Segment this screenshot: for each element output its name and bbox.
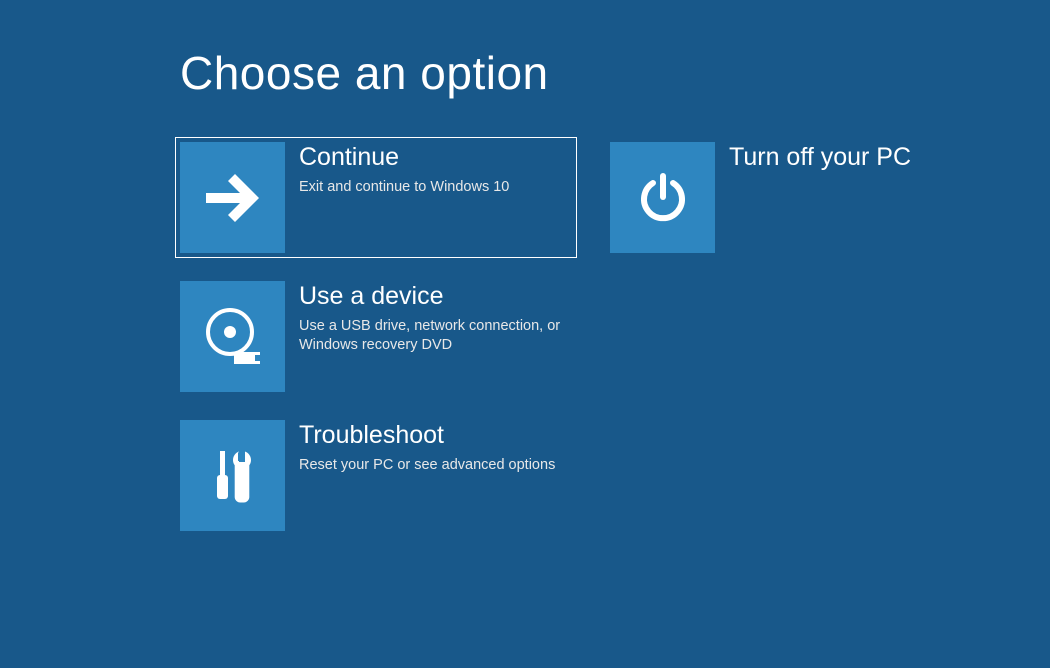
option-troubleshoot-title: Troubleshoot: [299, 422, 580, 450]
tools-icon: [206, 447, 260, 505]
option-troubleshoot-subtitle: Reset your PC or see advanced options: [299, 456, 580, 476]
page-title: Choose an option: [180, 46, 1050, 100]
option-turn-off-title: Turn off your PC: [729, 144, 1010, 172]
option-turn-off[interactable]: Turn off your PC: [610, 142, 1010, 253]
option-continue-subtitle: Exit and continue to Windows 10: [299, 178, 572, 198]
options-grid: Continue Exit and continue to Windows 10…: [180, 142, 1050, 531]
option-continue[interactable]: Continue Exit and continue to Windows 10: [176, 138, 576, 257]
option-continue-title: Continue: [299, 144, 572, 172]
arrow-right-icon: [204, 171, 262, 225]
disc-usb-icon: [202, 308, 264, 366]
option-troubleshoot[interactable]: Troubleshoot Reset your PC or see advanc…: [180, 420, 580, 531]
troubleshoot-tile: [180, 420, 285, 531]
power-icon: [637, 172, 689, 224]
option-use-device-subtitle: Use a USB drive, network connection, or …: [299, 317, 580, 356]
turn-off-tile: [610, 142, 715, 253]
option-use-device[interactable]: Use a device Use a USB drive, network co…: [180, 281, 580, 392]
option-use-device-title: Use a device: [299, 283, 580, 311]
continue-tile: [180, 142, 285, 253]
use-device-tile: [180, 281, 285, 392]
